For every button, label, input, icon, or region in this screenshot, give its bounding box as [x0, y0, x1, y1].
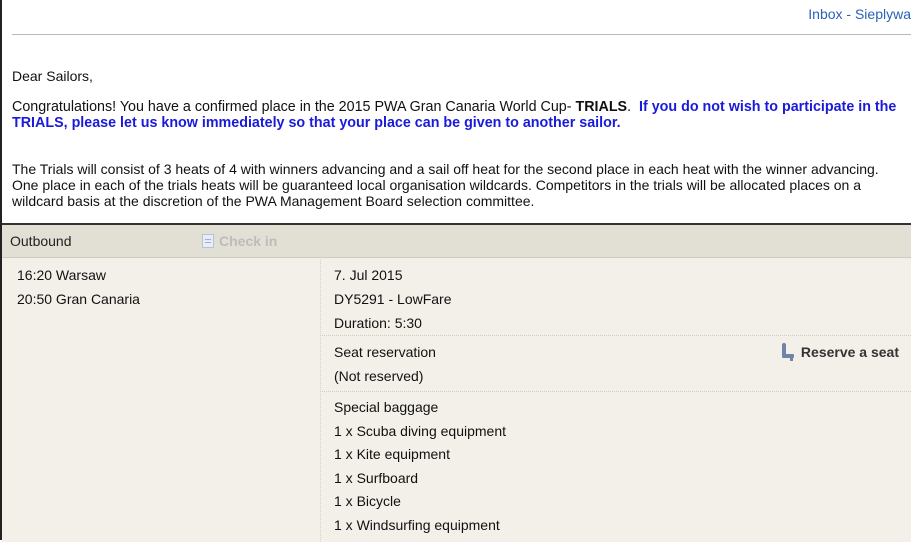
- seat-reservation: Seat reservation (Not reserved): [334, 340, 436, 388]
- seat-separator: [320, 391, 911, 392]
- column-divider: [320, 259, 321, 542]
- seat-status: (Not reserved): [334, 368, 424, 384]
- checkin-label: Check in: [219, 233, 278, 249]
- departure-time: 16:20 Warsaw: [17, 267, 106, 283]
- flight-details: 7. Jul 2015 DY5291 - LowFare Duration: 5…: [334, 263, 911, 335]
- flight-number: DY5291 - LowFare: [334, 291, 452, 307]
- baggage-item: 1 x Kite equipment: [334, 446, 450, 463]
- seat-icon: [781, 343, 795, 361]
- baggage-item: 1 x Bicycle: [334, 493, 401, 510]
- congrats-text: Congratulations! You have a confirmed pl…: [12, 99, 576, 115]
- reserve-seat-button[interactable]: Reserve a seat: [781, 343, 899, 361]
- baggage-item: 1 x Surfboard: [334, 469, 419, 486]
- flight-panel: Outbound Check in 16:20 Warsaw 20:50 Gra…: [2, 223, 911, 542]
- baggage-title: Special baggage: [334, 399, 439, 415]
- greeting: Dear Sailors,: [12, 68, 93, 84]
- header-divider: [12, 34, 911, 35]
- baggage-item: 1 x Windsurfing equipment: [334, 516, 500, 533]
- congrats-paragraph: Congratulations! You have a confirmed pl…: [12, 99, 897, 131]
- reserve-seat-label: Reserve a seat: [800, 344, 899, 360]
- congrats-period: .: [627, 99, 640, 115]
- trials-info-paragraph: The Trials will consist of 3 heats of 4 …: [12, 161, 879, 209]
- outbound-label: Outbound: [10, 233, 72, 249]
- email-body: Dear Sailors, Congratulations! You have …: [12, 68, 897, 209]
- baggage-item: 1 x Scuba diving equipment: [334, 422, 506, 439]
- flight-date: 7. Jul 2015: [334, 267, 403, 283]
- seat-title: Seat reservation: [334, 344, 436, 360]
- flight-times: 16:20 Warsaw 20:50 Gran Canaria: [17, 263, 140, 311]
- special-baggage: Special baggage 1 x Scuba diving equipme…: [334, 396, 506, 538]
- trials-bold: TRIALS: [575, 99, 628, 115]
- checkin-button[interactable]: Check in: [202, 233, 277, 249]
- details-separator: [320, 335, 911, 336]
- inbox-link[interactable]: Inbox - Sieplywa: [808, 6, 911, 22]
- document-icon: [202, 234, 214, 248]
- arrival-time: 20:50 Gran Canaria: [17, 291, 140, 307]
- flight-header: Outbound Check in: [2, 225, 911, 258]
- flight-duration: Duration: 5:30: [334, 315, 422, 331]
